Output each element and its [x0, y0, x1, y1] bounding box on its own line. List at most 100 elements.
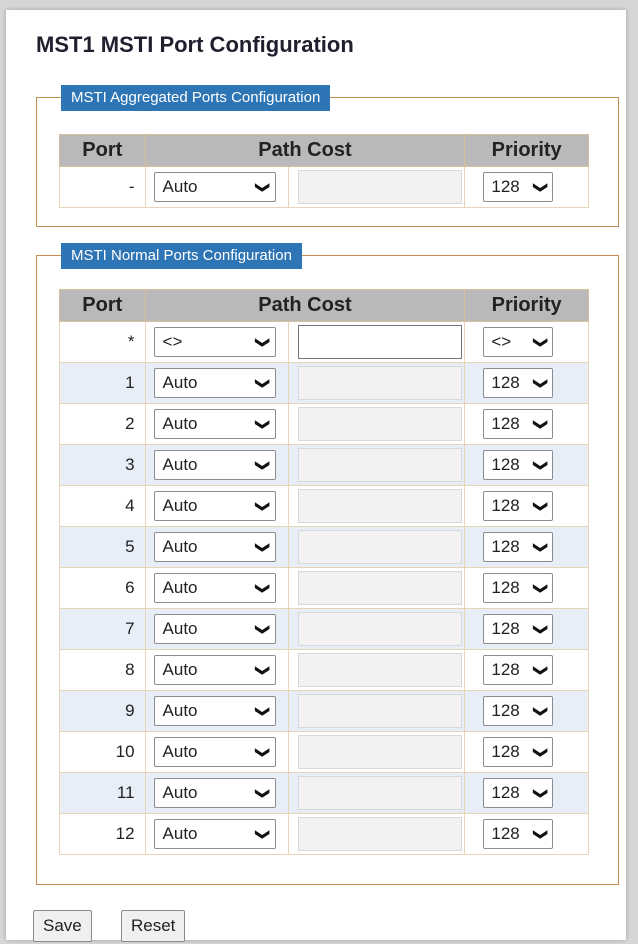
reset-button[interactable]: Reset [121, 910, 186, 942]
table-row: 11 Auto ❯ 128 ❯ [59, 772, 589, 814]
path-cost-input[interactable] [298, 530, 463, 564]
table-row: 12 Auto ❯ 128 ❯ [59, 813, 589, 855]
chevron-down-icon: ❯ [532, 582, 549, 594]
priority-value: 128 [491, 824, 520, 843]
priority-select[interactable]: 128 ❯ [483, 696, 554, 726]
chevron-down-icon: ❯ [532, 459, 549, 471]
path-cost-input[interactable] [298, 817, 463, 851]
path-cost-input[interactable] [298, 612, 463, 646]
table-row: 1 Auto ❯ 128 ❯ [59, 362, 589, 404]
priority-select[interactable]: 128 ❯ [483, 491, 554, 521]
path-cost-input[interactable] [298, 694, 463, 728]
port-number: 9 [59, 690, 146, 732]
priority-value: 128 [491, 619, 520, 638]
aggregated-ports-legend: MSTI Aggregated Ports Configuration [61, 85, 331, 111]
path-cost-mode-select[interactable]: Auto ❯ [153, 778, 276, 808]
priority-select[interactable]: 128 ❯ [483, 614, 554, 644]
path-cost-mode-value: Auto [162, 177, 198, 196]
priority-select[interactable]: 128 ❯ [483, 737, 554, 767]
priority-value: 128 [491, 783, 520, 802]
path-cost-mode-select[interactable]: Auto ❯ [153, 614, 276, 644]
chevron-down-icon: ❯ [532, 787, 549, 799]
path-cost-input[interactable] [298, 653, 463, 687]
chevron-down-icon: ❯ [255, 500, 272, 512]
chevron-down-icon: ❯ [255, 418, 272, 430]
priority-select[interactable]: 128 ❯ [483, 532, 554, 562]
priority-select[interactable]: 128 ❯ [483, 819, 554, 849]
path-cost-mode-select[interactable]: Auto ❯ [153, 368, 276, 398]
chevron-down-icon: ❯ [532, 418, 549, 430]
path-cost-mode-select[interactable]: Auto ❯ [153, 450, 276, 480]
path-cost-mode-value: Auto [162, 660, 198, 679]
path-cost-mode-value: Auto [162, 455, 198, 474]
path-cost-input[interactable] [298, 571, 463, 605]
path-cost-mode-value: Auto [162, 373, 198, 392]
chevron-down-icon: ❯ [255, 664, 272, 676]
path-cost-input[interactable] [298, 170, 463, 204]
path-cost-column-header: Path Cost [144, 134, 466, 167]
priority-select[interactable]: 128 ❯ [483, 409, 554, 439]
path-cost-mode-select[interactable]: Auto ❯ [153, 409, 276, 439]
path-cost-input[interactable] [298, 366, 463, 400]
port-number: 4 [59, 485, 146, 527]
chevron-down-icon: ❯ [255, 181, 272, 193]
page: MST1 MSTI Port Configuration MSTI Aggreg… [6, 10, 626, 942]
save-button[interactable]: Save [33, 910, 92, 942]
priority-value: 128 [491, 496, 520, 515]
chevron-down-icon: ❯ [255, 459, 272, 471]
priority-select[interactable]: 128 ❯ [483, 655, 554, 685]
table-row: 4 Auto ❯ 128 ❯ [59, 485, 589, 527]
path-cost-input[interactable] [298, 776, 463, 810]
chevron-down-icon: ❯ [532, 828, 549, 840]
priority-select[interactable]: 128 ❯ [483, 172, 554, 202]
path-cost-mode-select[interactable]: Auto ❯ [153, 172, 276, 202]
chevron-down-icon: ❯ [255, 582, 272, 594]
port-number: * [59, 321, 146, 363]
chevron-down-icon: ❯ [532, 705, 549, 717]
path-cost-column-header: Path Cost [144, 289, 466, 322]
priority-select[interactable]: 128 ❯ [483, 573, 554, 603]
port-number: 3 [59, 444, 146, 486]
priority-value: 128 [491, 455, 520, 474]
path-cost-mode-select[interactable]: Auto ❯ [153, 737, 276, 767]
path-cost-mode-value: Auto [162, 537, 198, 556]
path-cost-input[interactable] [298, 489, 463, 523]
path-cost-mode-value: Auto [162, 414, 198, 433]
path-cost-mode-value: Auto [162, 742, 198, 761]
priority-value: 128 [491, 742, 520, 761]
path-cost-mode-select[interactable]: Auto ❯ [153, 696, 276, 726]
chevron-down-icon: ❯ [255, 541, 272, 553]
path-cost-mode-select[interactable]: Auto ❯ [153, 819, 276, 849]
priority-select[interactable]: 128 ❯ [483, 368, 554, 398]
priority-select[interactable]: 128 ❯ [483, 778, 554, 808]
chevron-down-icon: ❯ [255, 705, 272, 717]
path-cost-input[interactable] [298, 325, 463, 359]
path-cost-input[interactable] [298, 407, 463, 441]
chevron-down-icon: ❯ [532, 336, 549, 348]
aggregated-ports-table: Port Path Cost Priority - Auto ❯ 128 ❯ [59, 134, 589, 208]
table-row: 5 Auto ❯ 128 ❯ [59, 526, 589, 568]
port-number: 10 [59, 731, 146, 773]
path-cost-mode-value: <> [162, 332, 183, 351]
priority-select[interactable]: <> ❯ [483, 327, 554, 357]
path-cost-mode-select[interactable]: Auto ❯ [153, 532, 276, 562]
chevron-down-icon: ❯ [532, 664, 549, 676]
chevron-down-icon: ❯ [532, 181, 549, 193]
priority-select[interactable]: 128 ❯ [483, 450, 554, 480]
path-cost-mode-select[interactable]: Auto ❯ [153, 655, 276, 685]
path-cost-mode-select[interactable]: Auto ❯ [153, 491, 276, 521]
path-cost-input[interactable] [298, 448, 463, 482]
path-cost-mode-select[interactable]: Auto ❯ [153, 573, 276, 603]
path-cost-input[interactable] [298, 735, 463, 769]
chevron-down-icon: ❯ [255, 787, 272, 799]
path-cost-mode-value: Auto [162, 619, 198, 638]
table-row: - Auto ❯ 128 ❯ [59, 166, 589, 208]
path-cost-mode-select[interactable]: <> ❯ [153, 327, 276, 357]
chevron-down-icon: ❯ [532, 500, 549, 512]
priority-value: 128 [491, 578, 520, 597]
priority-value: 128 [491, 414, 520, 433]
table-row: 9 Auto ❯ 128 ❯ [59, 690, 589, 732]
chevron-down-icon: ❯ [532, 623, 549, 635]
priority-value: 128 [491, 177, 520, 196]
port-number: 8 [59, 649, 146, 691]
